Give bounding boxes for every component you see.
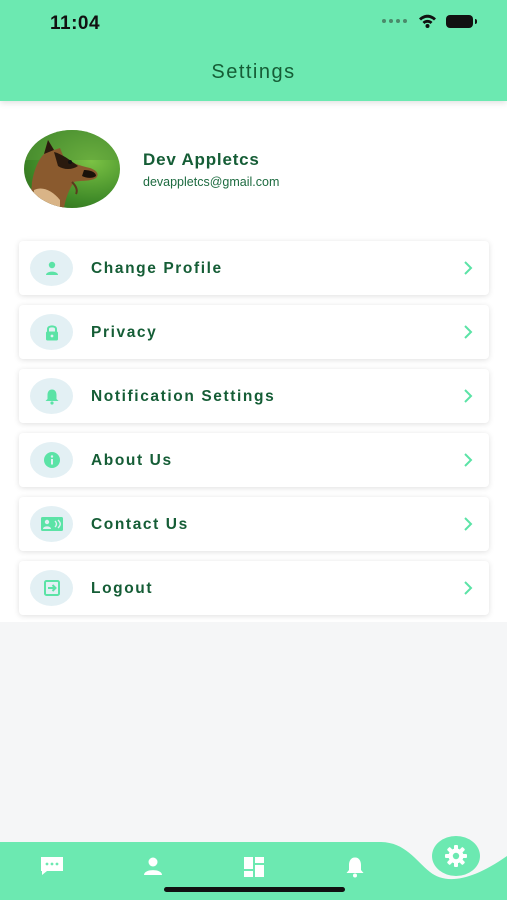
bell-icon [30, 378, 73, 414]
person-icon [30, 250, 73, 286]
chevron-right-icon [464, 261, 473, 275]
settings-nav-button[interactable] [432, 836, 480, 876]
menu-label: Notification Settings [91, 388, 276, 405]
profile-email: devappletcs@gmail.com [143, 175, 280, 189]
chevron-right-icon [464, 517, 473, 531]
menu-label: Privacy [91, 324, 158, 341]
signal-icon [382, 19, 407, 23]
menu-item-logout[interactable]: Logout [19, 561, 489, 615]
chevron-right-icon [464, 325, 473, 339]
menu-item-privacy[interactable]: Privacy [19, 305, 489, 359]
dog-photo [24, 130, 120, 208]
bell-icon[interactable] [344, 856, 366, 878]
status-indicators [382, 14, 477, 28]
avatar[interactable] [24, 130, 120, 208]
menu-item-contact-us[interactable]: Contact Us [19, 497, 489, 551]
wifi-icon [419, 14, 436, 28]
chevron-right-icon [464, 389, 473, 403]
contact-card-icon [30, 506, 73, 542]
menu-label: Contact Us [91, 516, 189, 533]
settings-gear-icon [445, 845, 467, 867]
menu-label: Logout [91, 580, 154, 597]
menu-item-notification-settings[interactable]: Notification Settings [19, 369, 489, 423]
menu-item-about-us[interactable]: About Us [19, 433, 489, 487]
app-header: 11:04 Settings [0, 0, 507, 101]
page-title: Settings [211, 61, 296, 83]
chevron-right-icon [464, 581, 473, 595]
menu-label: About Us [91, 452, 173, 469]
status-time: 11:04 [50, 13, 101, 34]
profile-name: Dev Appletcs [143, 150, 260, 169]
chevron-right-icon [464, 453, 473, 467]
lock-icon [30, 314, 73, 350]
home-indicator [164, 887, 345, 892]
battery-icon [446, 14, 477, 28]
info-icon [30, 442, 73, 478]
person-icon[interactable] [142, 856, 164, 876]
menu-item-change-profile[interactable]: Change Profile [19, 241, 489, 295]
menu-label: Change Profile [91, 260, 223, 277]
logout-icon [30, 570, 73, 606]
chat-icon[interactable] [39, 856, 65, 876]
dashboard-icon[interactable] [243, 856, 265, 878]
